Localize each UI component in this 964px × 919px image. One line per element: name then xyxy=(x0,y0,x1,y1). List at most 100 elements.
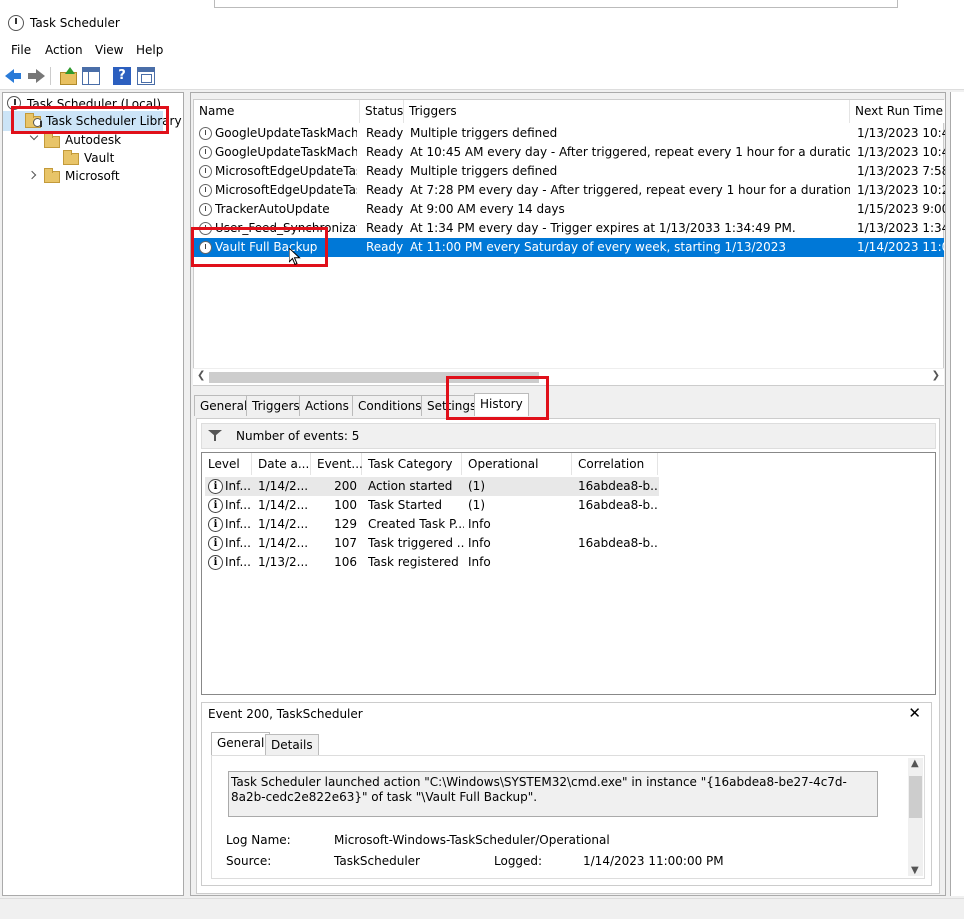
task-row[interactable]: GoogleUpdateTaskMachi... Ready Multiple … xyxy=(194,124,945,143)
column-header-name[interactable]: Name xyxy=(194,100,360,123)
event-correlation-id: 16abdea8-b... xyxy=(578,498,658,512)
column-header-level[interactable]: Level xyxy=(202,453,252,475)
scroll-down-icon[interactable]: ▼ xyxy=(911,865,919,876)
task-next-run: 1/15/2023 9:00:00 xyxy=(857,202,945,216)
task-clock-icon xyxy=(199,203,212,216)
task-row[interactable]: MicrosoftEdgeUpdateTas... Ready Multiple… xyxy=(194,162,945,181)
tree-microsoft-label: Microsoft xyxy=(65,169,120,183)
mouse-cursor-icon xyxy=(289,248,301,266)
column-header-next-run-time[interactable]: Next Run Time xyxy=(850,100,945,123)
event-row[interactable]: i Inf... 1/14/2... 129 Created Task P...… xyxy=(205,515,659,534)
details-vscrollbar[interactable]: ▲ ▼ xyxy=(908,758,923,876)
tab-actions[interactable]: Actions xyxy=(299,395,355,416)
information-icon: i xyxy=(208,498,223,513)
menu-help[interactable]: Help xyxy=(136,43,163,57)
event-correlation-id: 16abdea8-b... xyxy=(578,479,658,493)
task-name: MicrosoftEdgeUpdateTas... xyxy=(215,183,357,197)
task-trigger: Multiple triggers defined xyxy=(410,164,558,178)
tab-triggers[interactable]: Triggers xyxy=(246,395,306,416)
help-icon[interactable]: ? xyxy=(113,67,131,85)
folder-up-icon[interactable] xyxy=(59,67,77,85)
task-list-hscrollbar[interactable]: ❮ ❯ xyxy=(193,368,944,385)
task-trigger: At 10:45 AM every day - After triggered,… xyxy=(410,145,850,159)
tree-item-vault[interactable]: Vault xyxy=(3,149,153,167)
task-status: Ready xyxy=(366,183,404,197)
event-op-code: (1) xyxy=(468,498,485,512)
event-category: Created Task P... xyxy=(368,517,464,531)
actions-pane-edge xyxy=(950,92,964,896)
highlight-vault-full-backup xyxy=(191,227,328,267)
chevron-right-icon[interactable] xyxy=(27,170,37,180)
tab-conditions[interactable]: Conditions xyxy=(352,395,428,416)
details-tab-details[interactable]: Details xyxy=(265,734,319,755)
column-header-triggers[interactable]: Triggers xyxy=(404,100,850,123)
tab-general[interactable]: General xyxy=(194,395,254,416)
event-message[interactable]: Task Scheduler launched action "C:\Windo… xyxy=(228,771,878,817)
history-events-list: Level Date a... Event... Task Category O… xyxy=(201,452,936,695)
status-bar xyxy=(0,898,964,919)
history-filter-bar: Number of events: 5 xyxy=(201,423,936,449)
menu-file[interactable]: File xyxy=(11,43,31,57)
folder-icon xyxy=(44,168,60,183)
back-arrow-icon[interactable] xyxy=(5,67,23,85)
filter-funnel-icon[interactable] xyxy=(208,430,222,442)
scroll-left-icon[interactable]: ❮ xyxy=(197,370,205,381)
event-row[interactable]: i Inf... 1/14/2... 107 Task triggered ..… xyxy=(205,534,659,553)
column-header-status[interactable]: Status xyxy=(360,100,404,123)
column-header-date[interactable]: Date a... xyxy=(252,453,311,475)
event-level: Inf... xyxy=(225,479,251,493)
properties-icon[interactable] xyxy=(137,67,155,85)
task-next-run: 1/13/2023 10:45:3 xyxy=(857,145,945,159)
event-details-body: Task Scheduler launched action "C:\Windo… xyxy=(211,755,925,879)
task-status: Ready xyxy=(366,240,404,254)
close-icon[interactable]: ✕ xyxy=(908,704,921,722)
task-status: Ready xyxy=(366,126,404,140)
menu-bar: File Action View Help xyxy=(0,40,964,62)
source-value: TaskScheduler xyxy=(334,854,420,868)
tree-item-microsoft[interactable]: Microsoft xyxy=(3,167,153,185)
task-name: MicrosoftEdgeUpdateTas... xyxy=(215,164,357,178)
event-op-code: (1) xyxy=(468,479,485,493)
column-header-operational-code[interactable]: Operational Code xyxy=(462,453,572,493)
event-level: Inf... xyxy=(225,555,251,569)
menu-view[interactable]: View xyxy=(95,43,123,57)
scroll-right-icon[interactable]: ❯ xyxy=(932,370,940,381)
column-header-event[interactable]: Event... xyxy=(311,453,363,475)
background-window-edge xyxy=(214,0,898,8)
task-next-run: 1/14/2023 11:00:0 xyxy=(857,240,945,254)
event-op-code: Info xyxy=(468,536,491,550)
column-header-correlation-id[interactable]: Correlation Id xyxy=(572,453,658,493)
task-next-run: 1/13/2023 10:28:1 xyxy=(857,183,945,197)
folder-icon xyxy=(63,150,79,165)
task-name: GoogleUpdateTaskMachi... xyxy=(215,126,357,140)
event-category: Task registered xyxy=(368,555,459,569)
forward-arrow-icon[interactable] xyxy=(27,67,45,85)
folder-icon xyxy=(44,133,60,148)
event-category: Action started xyxy=(368,479,453,493)
event-correlation-id: 16abdea8-b... xyxy=(578,536,658,550)
task-next-run: 1/13/2023 7:58:19 xyxy=(857,164,945,178)
event-category: Task Started xyxy=(368,498,443,512)
highlight-history-tab xyxy=(446,376,549,420)
details-tab-general[interactable]: General xyxy=(211,732,271,755)
scroll-thumb[interactable] xyxy=(909,776,922,818)
column-header-task-category[interactable]: Task Category xyxy=(362,453,462,475)
event-row[interactable]: i Inf... 1/13/2... 106 Task registered I… xyxy=(205,553,659,572)
event-op-code: Info xyxy=(468,555,491,569)
event-row-selected[interactable]: i Inf... 1/14/2... 200 Action started (1… xyxy=(205,477,659,496)
event-level: Inf... xyxy=(225,536,251,550)
event-id: 106 xyxy=(334,555,357,569)
task-row[interactable]: MicrosoftEdgeUpdateTas... Ready At 7:28 … xyxy=(194,181,945,200)
scroll-up-icon[interactable]: ▲ xyxy=(911,758,919,769)
event-id: 107 xyxy=(334,536,357,550)
event-id: 100 xyxy=(334,498,357,512)
information-icon: i xyxy=(208,536,223,551)
task-clock-icon xyxy=(199,184,212,197)
information-icon: i xyxy=(208,555,223,570)
event-details-title: Event 200, TaskScheduler xyxy=(208,707,363,721)
menu-action[interactable]: Action xyxy=(45,43,83,57)
event-row[interactable]: i Inf... 1/14/2... 100 Task Started (1) … xyxy=(205,496,659,515)
task-row[interactable]: GoogleUpdateTaskMachi... Ready At 10:45 … xyxy=(194,143,945,162)
task-row[interactable]: TrackerAutoUpdate Ready At 9:00 AM every… xyxy=(194,200,945,219)
show-hide-tree-icon[interactable] xyxy=(82,67,100,85)
